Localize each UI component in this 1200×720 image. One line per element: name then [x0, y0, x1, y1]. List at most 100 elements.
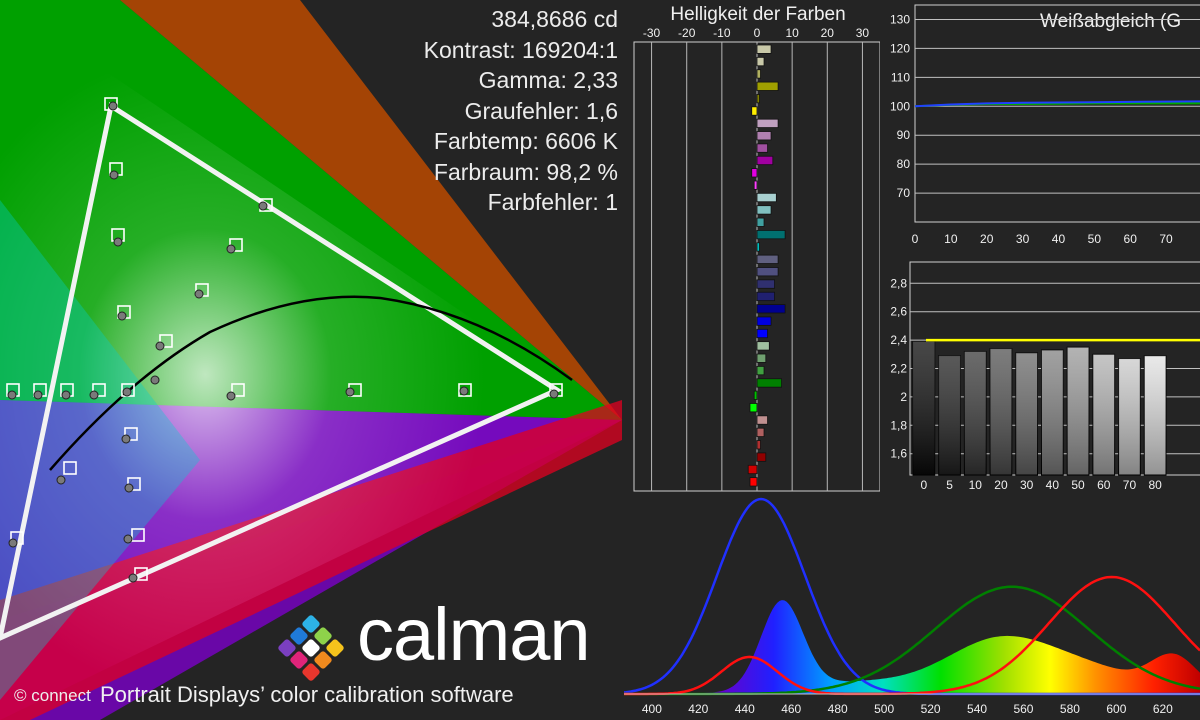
brightness-bar — [751, 106, 758, 116]
gamma-bar-shade — [938, 355, 961, 475]
gamma-bar-shade — [1041, 350, 1064, 475]
brightness-bar — [756, 378, 783, 388]
brightness-bar — [756, 304, 786, 314]
calman-logo-text: calman — [357, 593, 591, 676]
stat-gamut: Farbraum: 98,2 % — [433, 158, 618, 185]
brightness-bar — [756, 440, 761, 450]
spectrum-x-tick: 420 — [688, 702, 708, 716]
stats-panel: 384,8686 cd Kontrast: 169204:1 Gamma: 2,… — [424, 4, 618, 218]
gamma-y-tick: 1,8 — [890, 418, 907, 432]
brightness-bar — [749, 403, 758, 413]
wb-x-tick: 30 — [1016, 232, 1030, 246]
gamma-x-tick: 60 — [1097, 478, 1111, 492]
measured-point — [128, 573, 138, 583]
brightness-bar — [756, 69, 761, 79]
bars-x-tick: 30 — [856, 26, 870, 40]
gamma-bar-shade — [1118, 358, 1141, 475]
measured-point — [117, 311, 127, 321]
measured-point — [113, 237, 123, 247]
measured-point — [123, 534, 133, 544]
brightness-bar — [756, 353, 767, 363]
stat-color-error: Farbfehler: 1 — [487, 189, 618, 215]
stat-luminance: 384,8686 cd — [491, 6, 618, 32]
measured-point — [226, 391, 236, 401]
wb-x-tick: 0 — [912, 232, 919, 246]
brightness-bar — [751, 168, 758, 178]
measured-point — [155, 341, 165, 351]
gamma-y-tick: 2,8 — [890, 276, 907, 290]
spectrum-x-tick: 600 — [1106, 702, 1126, 716]
gamma-y-tick: 1,6 — [890, 447, 907, 461]
brightness-bar — [756, 267, 779, 277]
gamma-y-tick: 2,4 — [890, 333, 907, 347]
brightness-bar — [756, 452, 767, 462]
gamma-y-tick: 2 — [900, 390, 907, 404]
brightness-bar — [756, 44, 772, 54]
brightness-bar — [756, 118, 779, 128]
measured-point — [108, 101, 118, 111]
stat-gray-error: Graufehler: 1,6 — [464, 97, 618, 124]
brightness-bar — [756, 155, 774, 166]
gamma-x-tick: 80 — [1148, 478, 1162, 492]
brightness-bar — [749, 477, 758, 487]
brightness-bar — [756, 230, 786, 240]
measured-point — [194, 289, 204, 299]
bars-x-tick: -10 — [713, 26, 731, 40]
gamma-x-tick: 70 — [1123, 478, 1137, 492]
gamma-bar-shade — [1092, 354, 1115, 475]
gamma-bar-shade — [964, 351, 987, 475]
bars-x-tick: 0 — [754, 26, 761, 40]
stat-color-temp: Farbtemp: 6606 K — [433, 128, 618, 154]
wb-x-tick: 70 — [1159, 232, 1173, 246]
brightness-bar — [756, 341, 770, 351]
spectrum-x-tick: 460 — [781, 702, 801, 716]
spectrum-x-tick: 520 — [921, 702, 941, 716]
gamma-y-tick: 2,6 — [890, 305, 907, 319]
spectrum-x-tick: 500 — [874, 702, 894, 716]
brightness-bar — [756, 316, 772, 326]
brightness-bar — [756, 217, 765, 227]
brightness-bar — [756, 291, 775, 302]
wb-y-tick: 90 — [897, 128, 911, 142]
bars-panel-background — [624, 0, 880, 494]
bars-x-tick: 10 — [785, 26, 799, 40]
white-balance-chart: Weißabgleich (G 70 80 90 100 110 120 130 0 10 20 3… — [880, 0, 1200, 250]
measured-point — [109, 170, 119, 180]
brightness-bar — [756, 279, 775, 289]
gamma-y-tick: 2,2 — [890, 362, 907, 376]
brightness-bar — [756, 205, 772, 215]
gamma-chart: 1,6 1,8 2 2,2 2,4 2,6 2,8 0 5 10 20 30 40 50 60 70 80 — [880, 250, 1200, 494]
spectrum-x-tick: 440 — [735, 702, 755, 716]
spectrum-chart: 400 420 440 460 480 500 520 540 560 580 600 620 — [624, 494, 1200, 720]
color-brightness-chart: Helligkeit der Farben -30 -20 -10 0 10 20 30 — [624, 0, 880, 494]
gamma-x-tick: 40 — [1046, 478, 1060, 492]
wb-x-tick: 10 — [944, 232, 958, 246]
stat-contrast: Kontrast: 169204:1 — [423, 36, 618, 63]
measured-point — [33, 390, 43, 400]
brightness-bar — [756, 328, 768, 339]
stat-gamma: Gamma: 2,33 — [478, 67, 618, 93]
measured-point — [258, 201, 268, 211]
spectrum-x-tick: 400 — [642, 702, 662, 716]
brightness-bar — [756, 143, 768, 153]
gamma-x-tick: 30 — [1020, 478, 1034, 492]
gamma-bar-shade — [990, 348, 1012, 475]
measured-point — [226, 244, 236, 254]
measured-point — [345, 387, 355, 397]
wb-x-tick: 40 — [1052, 232, 1066, 246]
measured-point — [56, 475, 66, 485]
brightness-bar — [756, 81, 779, 91]
wb-panel-background — [880, 0, 1200, 250]
wb-y-tick: 120 — [890, 41, 910, 55]
wb-chart-title: Weißabgleich (G — [1040, 11, 1181, 32]
measured-point — [89, 390, 99, 400]
brightness-bar — [756, 365, 765, 376]
wb-x-tick: 60 — [1124, 232, 1138, 246]
measured-point — [122, 387, 132, 397]
spectrum-x-tick: 540 — [967, 702, 987, 716]
measured-point — [549, 389, 559, 399]
wb-x-tick: 20 — [980, 232, 994, 246]
brightness-bar — [756, 94, 760, 104]
brightness-bar — [756, 192, 777, 203]
wb-y-tick: 110 — [891, 70, 910, 84]
